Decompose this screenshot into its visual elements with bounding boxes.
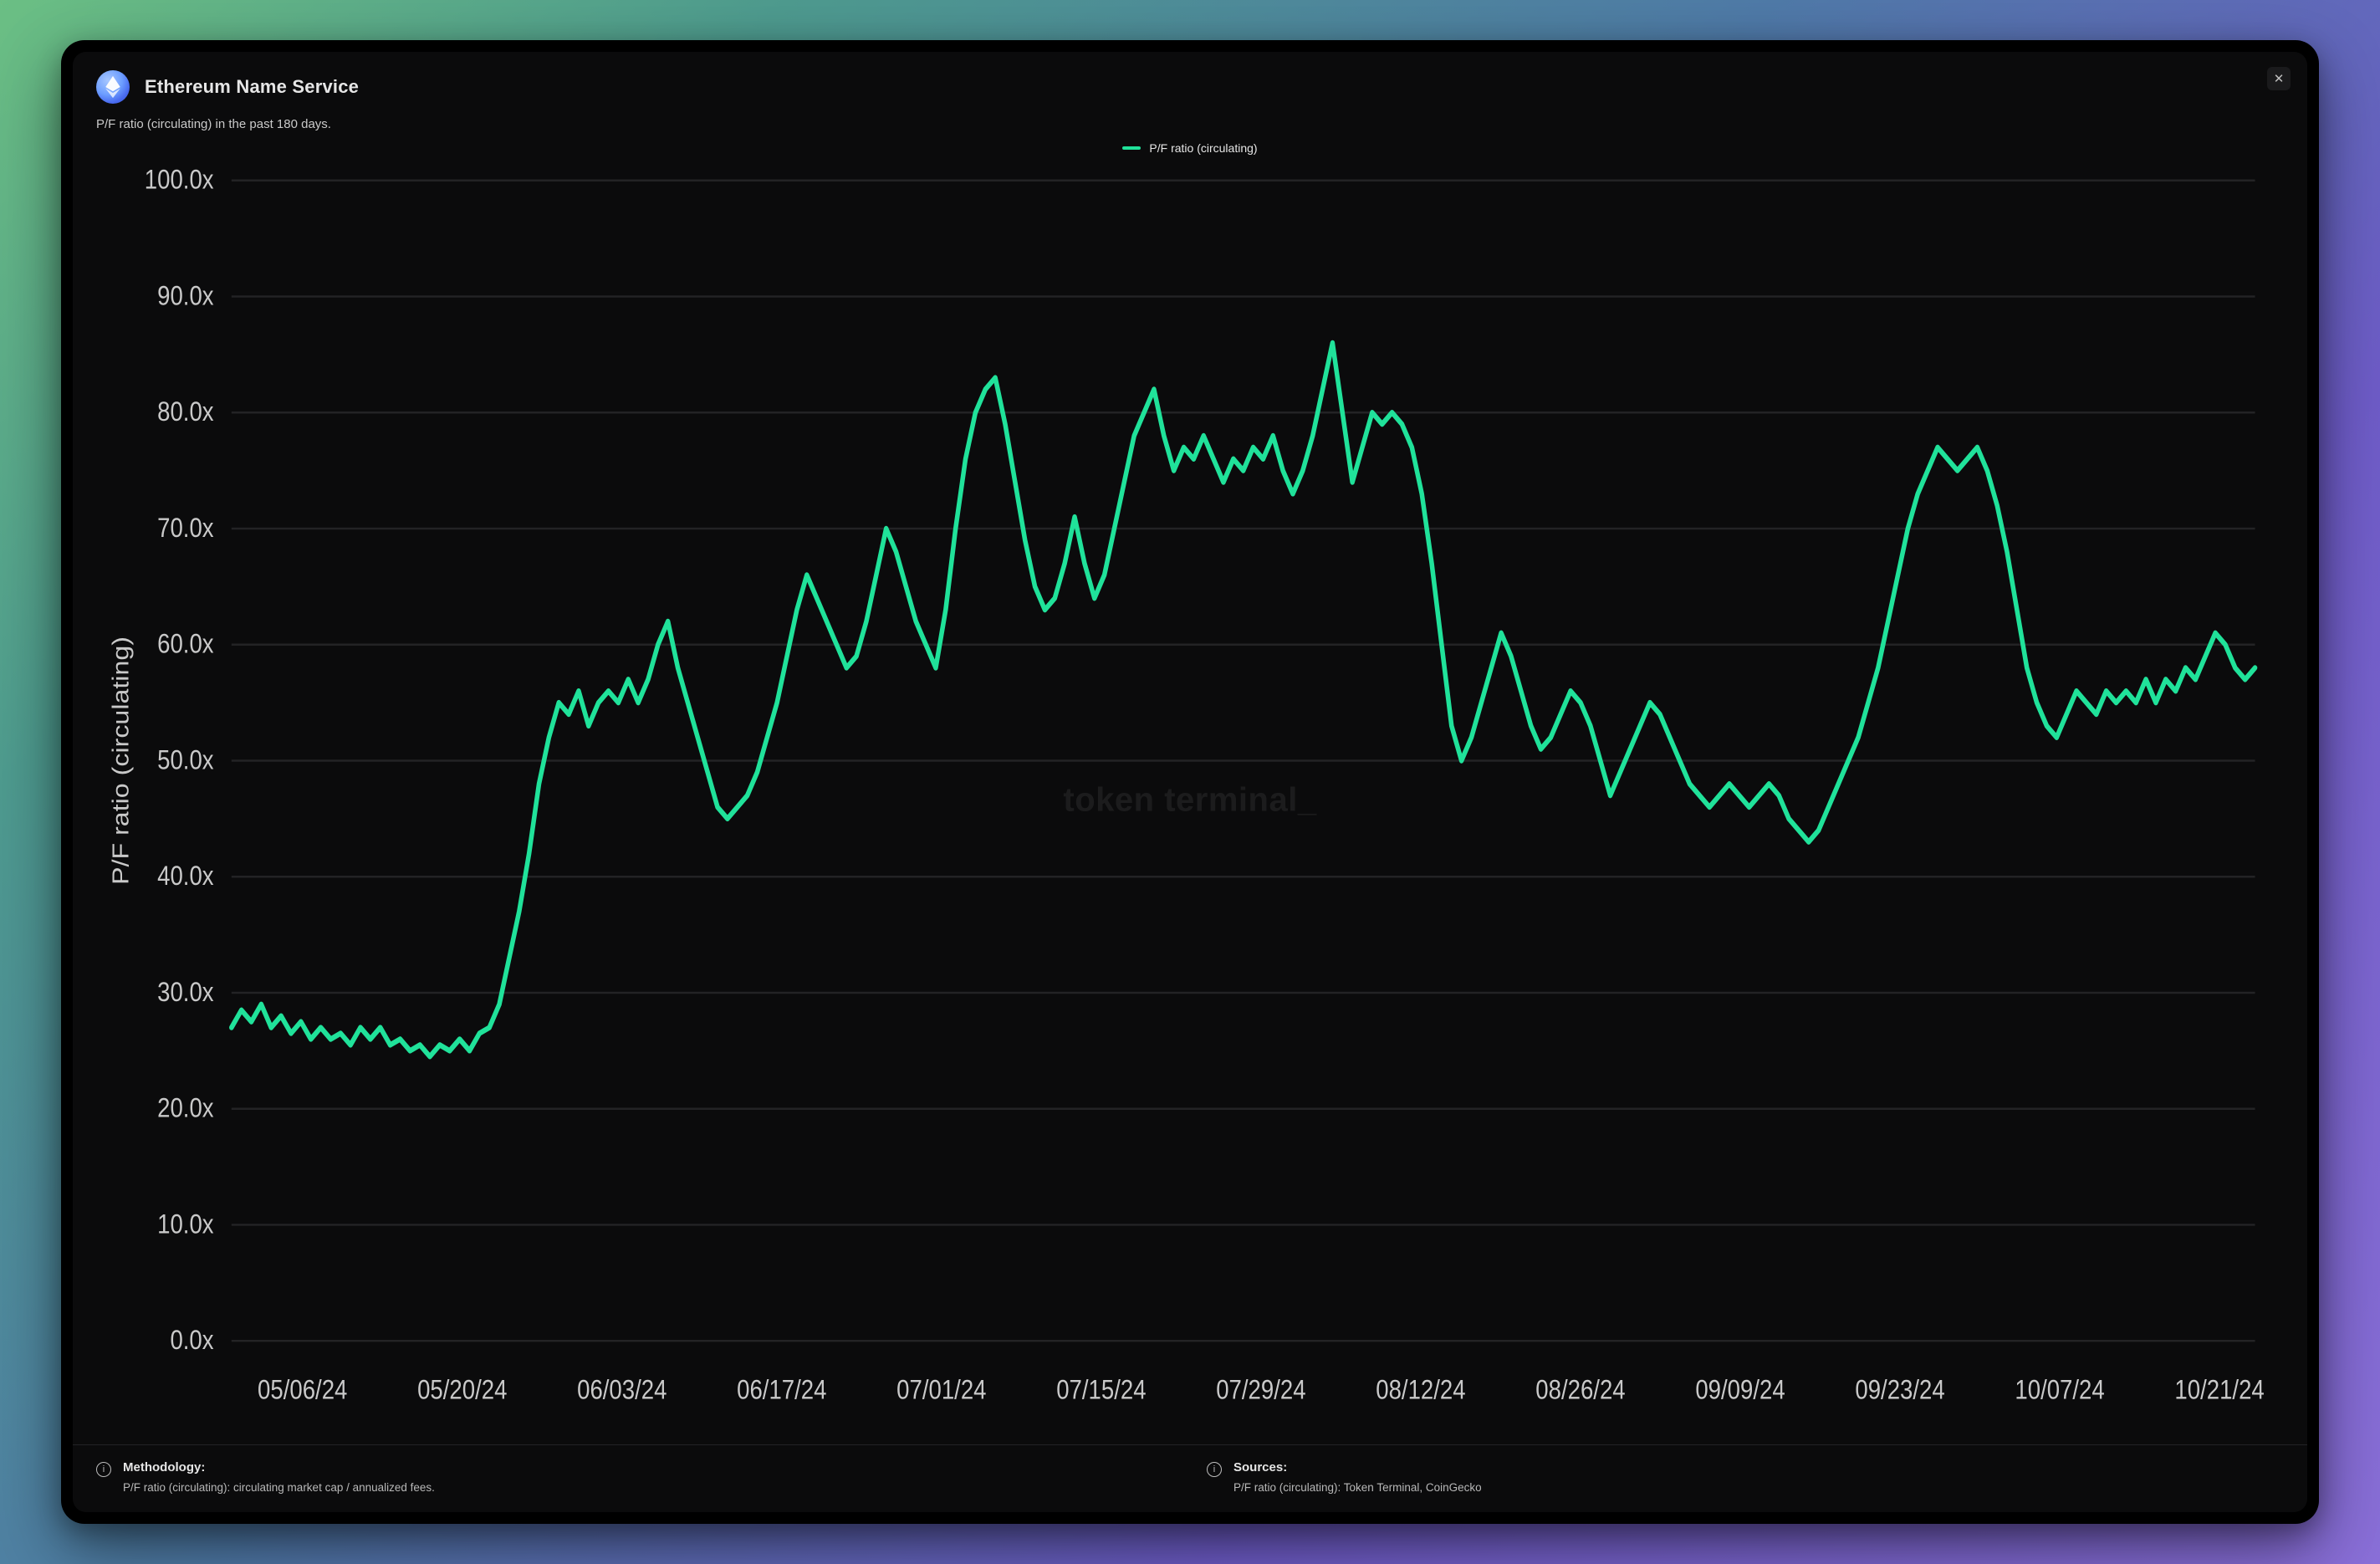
svg-text:10/21/24: 10/21/24	[2174, 1376, 2264, 1405]
device-frame: Ethereum Name Service ✕ P/F ratio (circu…	[61, 40, 2319, 1524]
line-chart[interactable]: 0.0x 10.0x 20.0x 30.0x 40.0x 50.0x 60.0x 70.0x 8…	[89, 160, 2291, 1444]
svg-text:20.0x: 20.0x	[157, 1094, 213, 1123]
app-screen: Ethereum Name Service ✕ P/F ratio (circu…	[73, 52, 2307, 1512]
svg-text:05/06/24: 05/06/24	[258, 1376, 347, 1405]
svg-text:07/15/24: 07/15/24	[1056, 1376, 1146, 1405]
project-logo	[96, 70, 130, 104]
legend-swatch	[1122, 146, 1141, 150]
svg-text:70.0x: 70.0x	[157, 514, 213, 543]
methodology-block: i Methodology: P/F ratio (circulating): …	[96, 1460, 1173, 1494]
svg-text:60.0x: 60.0x	[157, 630, 213, 659]
methodology-label: Methodology:	[123, 1460, 435, 1475]
close-button[interactable]: ✕	[2267, 67, 2291, 90]
methodology-text: P/F ratio (circulating): circulating mar…	[123, 1481, 435, 1494]
svg-text:100.0x: 100.0x	[145, 166, 214, 195]
svg-text:09/09/24: 09/09/24	[1695, 1376, 1785, 1405]
svg-text:09/23/24: 09/23/24	[1855, 1376, 1944, 1405]
chart-subtitle: P/F ratio (circulating) in the past 180 …	[73, 109, 2307, 136]
svg-text:06/03/24: 06/03/24	[577, 1376, 667, 1405]
footer: i Methodology: P/F ratio (circulating): …	[73, 1444, 2307, 1512]
svg-text:90.0x: 90.0x	[157, 281, 213, 310]
svg-text:07/01/24: 07/01/24	[896, 1376, 986, 1405]
svg-text:30.0x: 30.0x	[157, 978, 213, 1007]
ethereum-diamond-icon	[104, 75, 122, 99]
svg-text:07/29/24: 07/29/24	[1216, 1376, 1305, 1405]
svg-text:08/26/24: 08/26/24	[1535, 1376, 1625, 1405]
svg-text:80.0x: 80.0x	[157, 397, 213, 427]
svg-text:08/12/24: 08/12/24	[1376, 1376, 1465, 1405]
svg-text:50.0x: 50.0x	[157, 745, 213, 774]
svg-text:P/F ratio (circulating): P/F ratio (circulating)	[109, 636, 134, 885]
legend-label: P/F ratio (circulating)	[1149, 141, 1257, 155]
info-icon: i	[96, 1462, 111, 1477]
svg-text:06/17/24: 06/17/24	[737, 1376, 826, 1405]
header: Ethereum Name Service ✕	[73, 52, 2307, 109]
svg-text:40.0x: 40.0x	[157, 861, 213, 891]
svg-text:0.0x: 0.0x	[170, 1326, 213, 1355]
svg-text:10.0x: 10.0x	[157, 1209, 213, 1239]
svg-text:05/20/24: 05/20/24	[417, 1376, 507, 1405]
sources-block: i Sources: P/F ratio (circulating): Toke…	[1207, 1460, 2284, 1494]
sources-label: Sources:	[1233, 1460, 1482, 1475]
sources-text: P/F ratio (circulating): Token Terminal,…	[1233, 1481, 1482, 1494]
chart-legend: P/F ratio (circulating)	[73, 136, 2307, 156]
close-icon: ✕	[2274, 71, 2285, 86]
page-title: Ethereum Name Service	[145, 76, 359, 98]
chart-area: token terminal_ 0.0x10.0x20.0x30.0x40.0x…	[73, 156, 2307, 1444]
svg-text:10/07/24: 10/07/24	[2015, 1376, 2104, 1405]
info-icon: i	[1207, 1462, 1222, 1477]
